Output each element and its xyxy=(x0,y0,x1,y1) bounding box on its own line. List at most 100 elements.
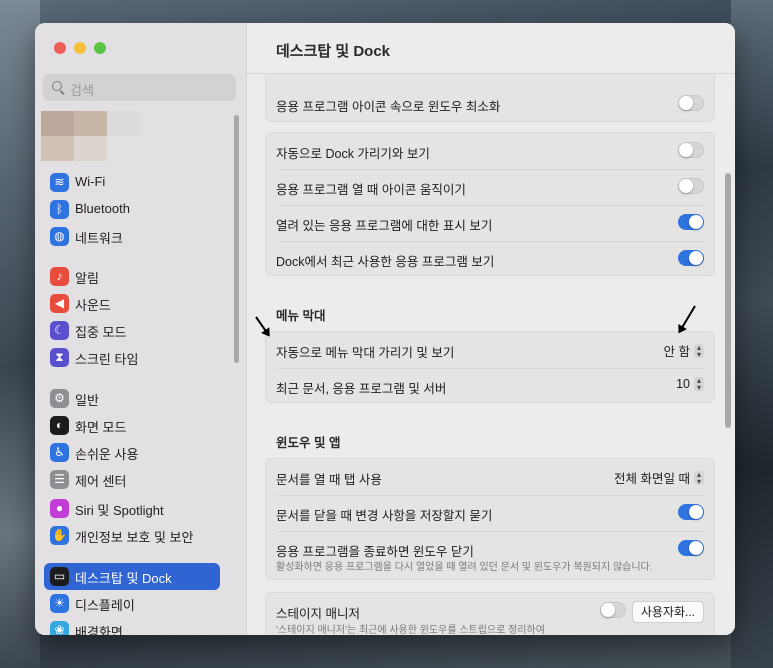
sidebar-item-0[interactable]: ≋ Wi-Fi xyxy=(44,169,220,196)
menubar-section-title: 메뉴 막대 xyxy=(276,309,326,323)
sidebar-item-label: Siri 및 Spotlight xyxy=(75,503,164,518)
hand-icon: ✋ xyxy=(50,526,69,545)
prefer-tabs-row: 문서를 열 때 탭 사용 전체 화면일 때 ▴ ▾ xyxy=(266,459,714,495)
auto-hide-dock-toggle[interactable] xyxy=(678,142,704,158)
sidebar-item-label: 알림 xyxy=(75,271,99,286)
row-label: Dock에서 최근 사용한 응용 프로그램 보기 xyxy=(276,255,495,269)
minimize-button[interactable] xyxy=(74,42,86,54)
recent-items-popup[interactable]: 10 ▴ ▾ xyxy=(676,377,704,392)
dock-settings-group: 자동으로 Dock 가리기와 보기 응용 프로그램 열 때 아이콘 움직이기 열… xyxy=(265,132,715,276)
speaker-icon: ◀ xyxy=(50,294,69,313)
auto-hide-dock-row: 자동으로 Dock 가리기와 보기 xyxy=(266,133,714,169)
auto-hide-menubar-row: 자동으로 메뉴 막대 가리기 및 보기 안 함 ▴ ▾ xyxy=(266,332,714,368)
row-label: 최근 문서, 응용 프로그램 및 서버 xyxy=(276,382,447,396)
row-description: 활성화하면 응용 프로그램을 다시 열었을 때 열려 있던 문서 및 윈도우가 … xyxy=(276,562,653,573)
popup-value: 안 함 xyxy=(663,345,690,359)
sidebar-item-8[interactable]: ◐ 화면 모드 xyxy=(44,412,220,439)
sidebar-item-11[interactable]: ● Siri 및 Spotlight xyxy=(44,495,220,522)
row-label: 열려 있는 응용 프로그램에 대한 표시 보기 xyxy=(276,219,493,233)
moon-icon: ☾ xyxy=(50,321,69,340)
row-label: 자동으로 메뉴 막대 가리기 및 보기 xyxy=(276,346,455,360)
dock-settings-group-top: 응용 프로그램 아이콘 속으로 윈도우 최소화 xyxy=(265,74,715,122)
accessibility-icon: ♿ xyxy=(50,443,69,462)
minimize-into-icon-toggle[interactable] xyxy=(678,95,704,111)
display-icon: ☀ xyxy=(50,594,69,613)
sidebar-item-label: 화면 모드 xyxy=(75,420,127,435)
show-recent-apps-toggle[interactable] xyxy=(678,250,704,266)
prefer-tabs-popup[interactable]: 전체 화면일 때 ▴ ▾ xyxy=(614,468,704,487)
desktop-wallpaper-left xyxy=(0,0,40,668)
settings-content: 응용 프로그램 아이콘 속으로 윈도우 최소화 자동으로 Dock 가리기와 보… xyxy=(247,74,735,635)
animate-opening-toggle[interactable] xyxy=(678,178,704,194)
desktop-wallpaper-right xyxy=(731,0,773,668)
row-label: 응용 프로그램 아이콘 속으로 윈도우 최소화 xyxy=(276,100,501,114)
sidebar-item-label: 집중 모드 xyxy=(75,325,127,340)
sidebar-item-label: 네트워크 xyxy=(75,231,123,246)
popup-value: 전체 화면일 때 xyxy=(614,472,690,486)
dock-icon: ▭ xyxy=(50,567,69,586)
search-icon xyxy=(52,81,62,91)
search-placeholder: 검색 xyxy=(70,83,94,98)
windows-settings-group: 문서를 열 때 탭 사용 전체 화면일 때 ▴ ▾ 문서를 닫을 때 변경 사항을… xyxy=(265,458,715,580)
gear-icon: ⚙ xyxy=(50,389,69,408)
stage-manager-row: 스테이지 매니저 '스테이지 매니저'는 최근에 사용한 윈도우를 스트립으로 … xyxy=(266,593,714,635)
row-description: '스테이지 매니저'는 최근에 사용한 윈도우를 스트립으로 정리하여 xyxy=(276,625,545,635)
sidebar-item-label: 디스플레이 xyxy=(75,598,135,613)
show-recent-apps-row: Dock에서 최근 사용한 응용 프로그램 보기 xyxy=(266,241,714,277)
up-down-chevron-icon: ▴ ▾ xyxy=(694,377,704,392)
sidebar-item-9[interactable]: ♿ 손쉬운 사용 xyxy=(44,439,220,466)
sidebar-item-10[interactable]: ☰ 제어 센터 xyxy=(44,466,220,493)
titlebar: 데스크탑 및 Dock xyxy=(247,23,735,74)
main-scrollbar[interactable] xyxy=(725,173,731,428)
sidebar-item-6[interactable]: ⧗ 스크린 타임 xyxy=(44,344,220,371)
sidebar-item-label: 개인정보 보호 및 보안 xyxy=(75,530,194,545)
search-field[interactable]: 검색 xyxy=(43,74,236,101)
stage-manager-toggle[interactable] xyxy=(600,602,626,618)
minimize-into-icon-row: 응용 프로그램 아이콘 속으로 윈도우 최소화 xyxy=(266,86,714,122)
sidebar-item-label: 손쉬운 사용 xyxy=(75,447,139,462)
sidebar-scrollbar[interactable] xyxy=(234,115,239,363)
close-button[interactable] xyxy=(54,42,66,54)
sidebar-item-15[interactable]: ❀ 배경화면 xyxy=(44,617,220,635)
customize-button[interactable]: 사용자화... xyxy=(631,601,704,623)
auto-hide-menubar-popup[interactable]: 안 함 ▴ ▾ xyxy=(664,341,704,360)
animate-opening-row: 응용 프로그램 열 때 아이콘 움직이기 xyxy=(266,169,714,205)
sidebar-item-14[interactable]: ☀ 디스플레이 xyxy=(44,590,220,617)
up-down-chevron-icon: ▴ ▾ xyxy=(694,470,704,485)
sidebar-item-13[interactable]: ▭ 데스크탑 및 Dock xyxy=(44,563,220,590)
stage-manager-group: 스테이지 매니저 '스테이지 매니저'는 최근에 사용한 윈도우를 스트립으로 … xyxy=(265,592,715,635)
sidebar-item-label: 일반 xyxy=(75,393,99,408)
hourglass-icon: ⧗ xyxy=(50,348,69,367)
popup-value: 10 xyxy=(676,377,690,391)
page-title: 데스크탑 및 Dock xyxy=(276,43,391,60)
close-windows-on-quit-toggle[interactable] xyxy=(678,540,704,556)
sidebar-item-1[interactable]: ᛒ Bluetooth xyxy=(44,196,220,223)
avatar[interactable] xyxy=(41,111,141,161)
row-label: 문서를 닫을 때 변경 사항을 저장할지 묻기 xyxy=(276,509,493,523)
sidebar-item-3[interactable]: ♪ 알림 xyxy=(44,263,220,290)
close-windows-on-quit-row: 응용 프로그램을 종료하면 윈도우 닫기 활성화하면 응용 프로그램을 다시 열… xyxy=(266,531,714,579)
sidebar-item-label: 데스크탑 및 Dock xyxy=(75,571,172,586)
sidebar-item-label: Wi-Fi xyxy=(75,174,106,189)
sidebar-item-label: Bluetooth xyxy=(75,201,130,216)
bluetooth-icon: ᛒ xyxy=(50,200,69,219)
wifi-icon: ≋ xyxy=(50,173,69,192)
row-label: 스테이지 매니저 xyxy=(276,607,360,621)
control-center-icon: ☰ xyxy=(50,470,69,489)
sidebar-item-12[interactable]: ✋ 개인정보 보호 및 보안 xyxy=(44,522,220,549)
ask-keep-changes-row: 문서를 닫을 때 변경 사항을 저장할지 묻기 xyxy=(266,495,714,531)
row-label: 자동으로 Dock 가리기와 보기 xyxy=(276,147,430,161)
appearance-icon: ◐ xyxy=(50,416,69,435)
sidebar-item-4[interactable]: ◀ 사운드 xyxy=(44,290,220,317)
show-indicators-toggle[interactable] xyxy=(678,214,704,230)
sidebar-item-label: 제어 센터 xyxy=(75,474,127,489)
sidebar-item-5[interactable]: ☾ 집중 모드 xyxy=(44,317,220,344)
main-pane: 데스크탑 및 Dock 응용 프로그램 아이콘 속으로 윈도우 최소화 자동으로… xyxy=(247,23,735,635)
sidebar-item-2[interactable]: ◍ 네트워크 xyxy=(44,223,220,250)
siri-icon: ● xyxy=(50,499,69,518)
sidebar-item-label: 사운드 xyxy=(75,298,111,313)
sidebar-item-7[interactable]: ⚙ 일반 xyxy=(44,385,220,412)
zoom-button[interactable] xyxy=(94,42,106,54)
bell-icon: ♪ xyxy=(50,267,69,286)
ask-keep-changes-toggle[interactable] xyxy=(678,504,704,520)
